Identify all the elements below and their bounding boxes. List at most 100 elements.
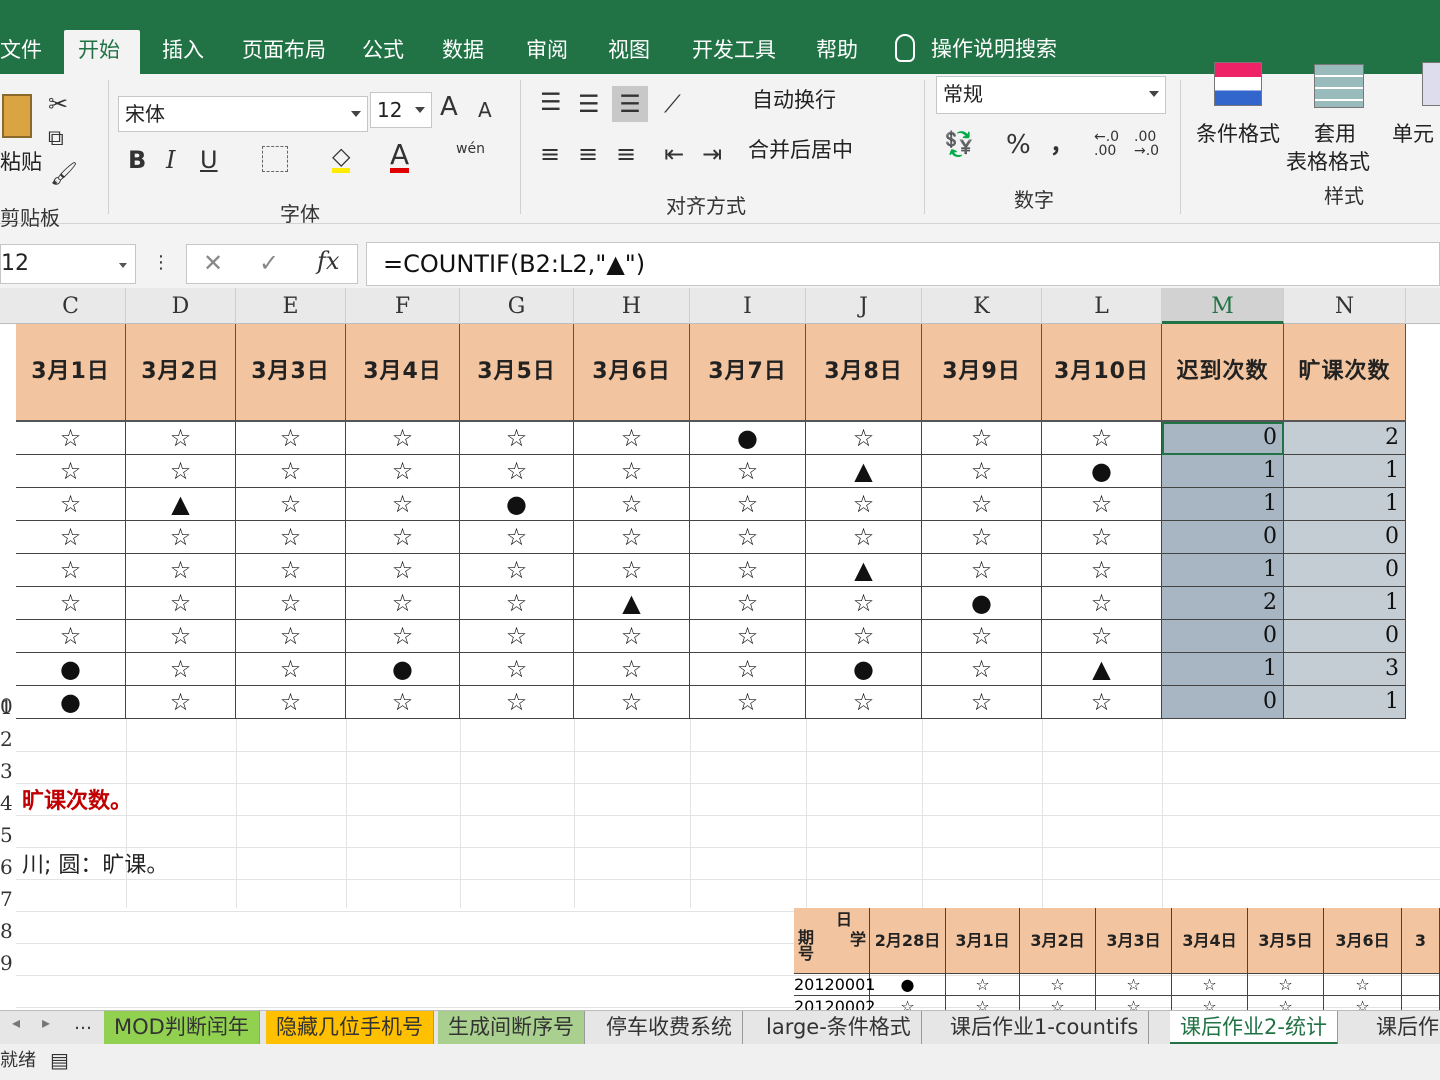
count-cell[interactable]: 3 [1284,653,1406,686]
mini-date-header[interactable]: 3月5日 [1248,908,1324,974]
sheet-tab[interactable]: 隐藏几位手机号 [266,1011,434,1045]
attendance-cell[interactable]: ☆ [806,521,922,554]
mini-mark-cell[interactable]: ☆ [1096,974,1172,996]
count-cell[interactable]: 0 [1284,521,1406,554]
attendance-cell[interactable]: ☆ [922,686,1042,719]
grow-font-icon[interactable]: A [440,94,458,120]
attendance-cell[interactable]: ☆ [574,653,690,686]
increase-decimal-button[interactable]: ←.0 .00 [1094,130,1124,158]
count-cell[interactable]: 0 [1284,620,1406,653]
attendance-cell[interactable]: ☆ [16,521,126,554]
sheet-tab[interactable]: 课后作业2-统计 [1170,1011,1338,1045]
attendance-cell[interactable]: ☆ [574,521,690,554]
attendance-cell[interactable]: ☆ [126,653,236,686]
attendance-cell[interactable]: ● [460,488,574,521]
attendance-cell[interactable]: ☆ [460,587,574,620]
attendance-cell[interactable]: ☆ [690,488,806,521]
align-center-icon[interactable]: ≡ [578,142,598,166]
attendance-cell[interactable]: ☆ [574,686,690,719]
column-header-F[interactable]: F [346,288,460,324]
attendance-cell[interactable]: ☆ [1042,521,1162,554]
mini-date-header[interactable]: 3月2日 [1020,908,1096,974]
sheet-tab[interactable]: 生成间断序号 [438,1011,585,1045]
format-painter-icon[interactable]: 🖌 [50,164,78,186]
column-header-J[interactable]: J [806,288,922,324]
tab-data[interactable]: 数据 [428,30,498,74]
mini-id-cell[interactable]: 20120001 [794,974,875,996]
attendance-cell[interactable]: ☆ [126,686,236,719]
attendance-cell[interactable]: ☆ [236,554,346,587]
tab-formulas[interactable]: 公式 [348,30,418,74]
merge-center-button[interactable]: 合并后居中 [748,134,853,164]
cancel-icon[interactable]: ✕ [203,251,223,275]
column-header-M[interactable]: M [1162,288,1284,324]
attendance-cell[interactable]: ☆ [460,686,574,719]
attendance-cell[interactable]: ☆ [236,422,346,455]
row-number[interactable]: 2 [0,727,16,751]
attendance-cell[interactable]: ☆ [346,620,460,653]
attendance-cell[interactable]: ● [16,653,126,686]
attendance-cell[interactable]: ☆ [346,455,460,488]
attendance-cell[interactable]: ☆ [126,554,236,587]
count-cell[interactable]: 0 [1162,620,1284,653]
attendance-cell[interactable]: ☆ [460,620,574,653]
attendance-cell[interactable]: ● [1042,455,1162,488]
tab-developer[interactable]: 开发工具 [678,30,790,74]
column-header-D[interactable]: D [126,288,236,324]
accounting-format-icon[interactable]: 💱 [944,132,974,156]
header-cell[interactable]: 3月3日 [236,324,346,422]
paste-label[interactable]: 粘贴 [0,146,42,176]
attendance-cell[interactable]: ☆ [574,455,690,488]
orientation-icon[interactable]: ⟋ [664,92,681,116]
bold-button[interactable]: B [128,148,146,172]
attendance-cell[interactable]: ☆ [126,620,236,653]
attendance-cell[interactable]: ☆ [236,686,346,719]
attendance-cell[interactable]: ☆ [806,422,922,455]
macro-record-icon[interactable]: ▤ [50,1050,69,1070]
attendance-cell[interactable]: ☆ [690,686,806,719]
mini-mark-cell[interactable]: ☆ [1324,974,1402,996]
column-header-C[interactable]: C [16,288,126,324]
paste-icon[interactable] [2,94,32,138]
font-size-select[interactable]: 12 [370,92,432,128]
attendance-cell[interactable]: ▲ [806,455,922,488]
attendance-cell[interactable]: ☆ [16,422,126,455]
header-cell[interactable]: 3月7日 [690,324,806,422]
sheet-tab[interactable]: 停车收费系统 [596,1011,743,1045]
cell-styles-button[interactable]: 单元 [1392,118,1434,148]
attendance-cell[interactable]: ☆ [806,587,922,620]
attendance-cell[interactable]: ☆ [236,587,346,620]
copy-icon[interactable]: ⧉ [48,128,64,150]
attendance-cell[interactable]: ● [16,686,126,719]
align-middle-icon[interactable]: ☰ [578,92,600,116]
attendance-cell[interactable]: ☆ [1042,686,1162,719]
column-header-N[interactable]: N [1284,288,1406,324]
mini-mark-cell[interactable]: ☆ [1248,974,1324,996]
row-number[interactable]: 4 [0,791,16,815]
count-cell[interactable]: 1 [1284,587,1406,620]
number-format-select[interactable]: 常规 [936,76,1166,114]
percent-button[interactable]: % [1006,132,1031,158]
mini-mark-cell[interactable]: ☆ [946,974,1020,996]
attendance-cell[interactable]: ☆ [16,587,126,620]
attendance-cell[interactable]: ☆ [126,422,236,455]
header-cell[interactable]: 旷课次数 [1284,324,1406,422]
attendance-cell[interactable]: ☆ [922,521,1042,554]
header-cell[interactable]: 3月9日 [922,324,1042,422]
attendance-cell[interactable]: ☆ [126,521,236,554]
header-cell[interactable]: 3月4日 [346,324,460,422]
tab-home[interactable]: 开始 [64,30,140,74]
attendance-cell[interactable]: ☆ [460,422,574,455]
cell-styles-icon[interactable] [1422,62,1440,106]
attendance-cell[interactable]: ☆ [806,686,922,719]
conditional-format-button[interactable]: 条件格式 [1196,118,1280,148]
phonetic-icon[interactable]: wén [456,142,485,156]
increase-indent-icon[interactable]: ⇥ [702,142,722,166]
count-cell[interactable]: 0 [1162,686,1284,719]
row-number[interactable]: 6 [0,855,16,879]
row-number[interactable]: 9 [0,951,16,975]
attendance-cell[interactable]: ● [346,653,460,686]
attendance-cell[interactable]: ▲ [574,587,690,620]
attendance-cell[interactable]: ☆ [16,554,126,587]
count-cell[interactable]: 2 [1162,587,1284,620]
